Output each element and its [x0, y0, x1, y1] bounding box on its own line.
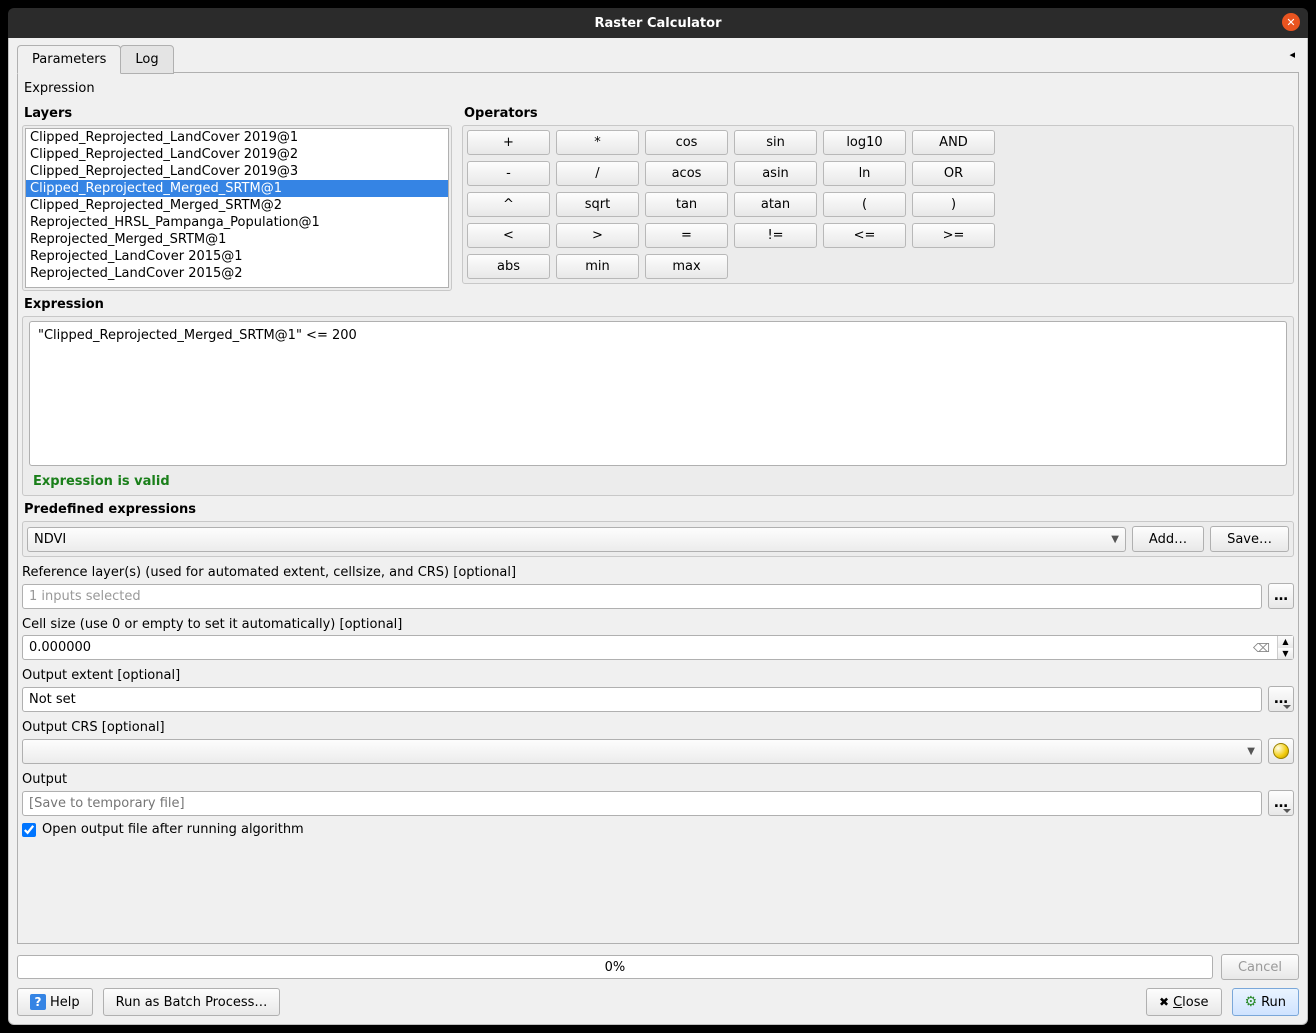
operator-button[interactable]: min	[556, 254, 639, 279]
operator-button[interactable]: max	[645, 254, 728, 279]
reference-layer-label: Reference layer(s) (used for automated e…	[22, 565, 1294, 580]
operator-button[interactable]: asin	[734, 161, 817, 186]
operator-button[interactable]: abs	[467, 254, 550, 279]
globe-icon	[1273, 743, 1289, 759]
operator-button[interactable]: =	[645, 223, 728, 248]
cellsize-spinbox[interactable]: ⌫ ▲▼	[22, 635, 1294, 660]
cellsize-clear-icon[interactable]: ⌫	[1253, 641, 1270, 655]
titlebar: Raster Calculator ✕	[8, 8, 1308, 38]
operators-heading: Operators	[464, 106, 1294, 121]
operator-button[interactable]: >=	[912, 223, 995, 248]
raster-calculator-window: Raster Calculator ✕ Parameters Log ◂ Exp…	[0, 0, 1316, 1033]
expression-validation-message: Expression is valid	[33, 474, 1287, 489]
output-browse-button[interactable]: …	[1268, 790, 1294, 816]
expand-arrow-icon[interactable]: ◂	[1289, 48, 1295, 61]
operator-button[interactable]: ln	[823, 161, 906, 186]
layer-item[interactable]: Reprojected_HRSL_Pampanga_Population@1	[26, 214, 448, 231]
operator-button[interactable]: >	[556, 223, 639, 248]
window-title: Raster Calculator	[594, 16, 721, 31]
operator-button[interactable]: sin	[734, 130, 817, 155]
extent-field[interactable]	[22, 687, 1262, 712]
open-after-label[interactable]: Open output file after running algorithm	[42, 822, 304, 837]
operator-button[interactable]: ^	[467, 192, 550, 217]
expression-heading: Expression	[24, 297, 1294, 312]
operator-button[interactable]: /	[556, 161, 639, 186]
operator-button[interactable]: atan	[734, 192, 817, 217]
window-close-button[interactable]: ✕	[1282, 13, 1300, 31]
expression-textarea[interactable]	[29, 321, 1287, 466]
cellsize-input[interactable]	[22, 635, 1294, 660]
predefined-add-button[interactable]: Add…	[1132, 526, 1204, 552]
operator-button[interactable]: +	[467, 130, 550, 155]
layer-item[interactable]: Clipped_Reprojected_LandCover 2019@3	[26, 163, 448, 180]
layer-item[interactable]: Clipped_Reprojected_Merged_SRTM@2	[26, 197, 448, 214]
close-icon: ✖	[1159, 995, 1169, 1009]
layer-item[interactable]: Reprojected_Merged_SRTM@1	[26, 231, 448, 248]
operator-button[interactable]: <=	[823, 223, 906, 248]
predefined-heading: Predefined expressions	[24, 502, 1294, 517]
window-content: Parameters Log ◂ Expression Layers Clipp…	[8, 38, 1308, 1025]
operator-button[interactable]: tan	[645, 192, 728, 217]
layer-item[interactable]: Reprojected_LandCover 2015@1	[26, 248, 448, 265]
operator-button[interactable]: AND	[912, 130, 995, 155]
output-field[interactable]	[22, 791, 1262, 816]
crs-label: Output CRS [optional]	[22, 720, 1294, 735]
cancel-button: Cancel	[1221, 954, 1299, 980]
operator-button[interactable]: )	[912, 192, 995, 217]
open-after-checkbox[interactable]	[22, 823, 36, 837]
layer-item[interactable]: Clipped_Reprojected_Merged_SRTM@1	[26, 180, 448, 197]
run-button[interactable]: ⚙Run	[1232, 988, 1300, 1016]
progress-text: 0%	[605, 960, 626, 975]
operator-button[interactable]: acos	[645, 161, 728, 186]
tab-parameters[interactable]: Parameters	[17, 45, 121, 74]
expression-heading-top: Expression	[24, 81, 1294, 96]
operator-button[interactable]: !=	[734, 223, 817, 248]
operator-button[interactable]: OR	[912, 161, 995, 186]
operators-grid: +*cossinlog10AND -/acosasinlnOR ^sqrttanat…	[467, 130, 1289, 279]
run-icon: ⚙	[1245, 994, 1258, 1010]
operator-button[interactable]: sqrt	[556, 192, 639, 217]
output-label: Output	[22, 772, 1294, 787]
predefined-selected-value: NDVI	[34, 532, 66, 547]
crs-dropdown[interactable]: ▼	[22, 739, 1262, 764]
close-button[interactable]: ✖Close	[1146, 988, 1221, 1016]
help-button[interactable]: ?Help	[17, 988, 93, 1016]
layer-item[interactable]: Clipped_Reprojected_LandCover 2019@2	[26, 146, 448, 163]
predefined-dropdown[interactable]: NDVI ▼	[27, 527, 1126, 552]
crs-select-button[interactable]	[1268, 738, 1294, 764]
extent-label: Output extent [optional]	[22, 668, 1294, 683]
predefined-save-button[interactable]: Save…	[1210, 526, 1289, 552]
extent-browse-button[interactable]: …	[1268, 686, 1294, 712]
operator-button[interactable]: <	[467, 223, 550, 248]
layers-heading: Layers	[24, 106, 452, 121]
layer-item[interactable]: Clipped_Reprojected_LandCover 2019@1	[26, 129, 448, 146]
operator-button[interactable]: -	[467, 161, 550, 186]
reference-layer-field[interactable]	[22, 584, 1262, 609]
layer-item[interactable]: Reprojected_LandCover 2015@2	[26, 265, 448, 282]
chevron-down-icon: ▼	[1111, 534, 1119, 545]
cellsize-up-icon[interactable]: ▲	[1277, 636, 1293, 648]
operator-button[interactable]: (	[823, 192, 906, 217]
parameters-panel: Expression Layers Clipped_Reprojected_La…	[17, 73, 1299, 944]
chevron-down-icon: ▼	[1247, 746, 1255, 757]
operator-button[interactable]: log10	[823, 130, 906, 155]
reference-layer-browse-button[interactable]: …	[1268, 583, 1294, 609]
progress-bar: 0%	[17, 955, 1213, 979]
layers-listbox[interactable]: Clipped_Reprojected_LandCover 2019@1Clip…	[25, 128, 449, 288]
run-batch-button[interactable]: Run as Batch Process…	[103, 988, 281, 1016]
tab-bar: Parameters Log ◂	[17, 44, 1299, 73]
operator-button[interactable]: cos	[645, 130, 728, 155]
cellsize-label: Cell size (use 0 or empty to set it auto…	[22, 617, 1294, 632]
cellsize-down-icon[interactable]: ▼	[1277, 648, 1293, 660]
operator-button[interactable]: *	[556, 130, 639, 155]
tab-log[interactable]: Log	[120, 45, 173, 74]
help-icon: ?	[30, 994, 46, 1010]
